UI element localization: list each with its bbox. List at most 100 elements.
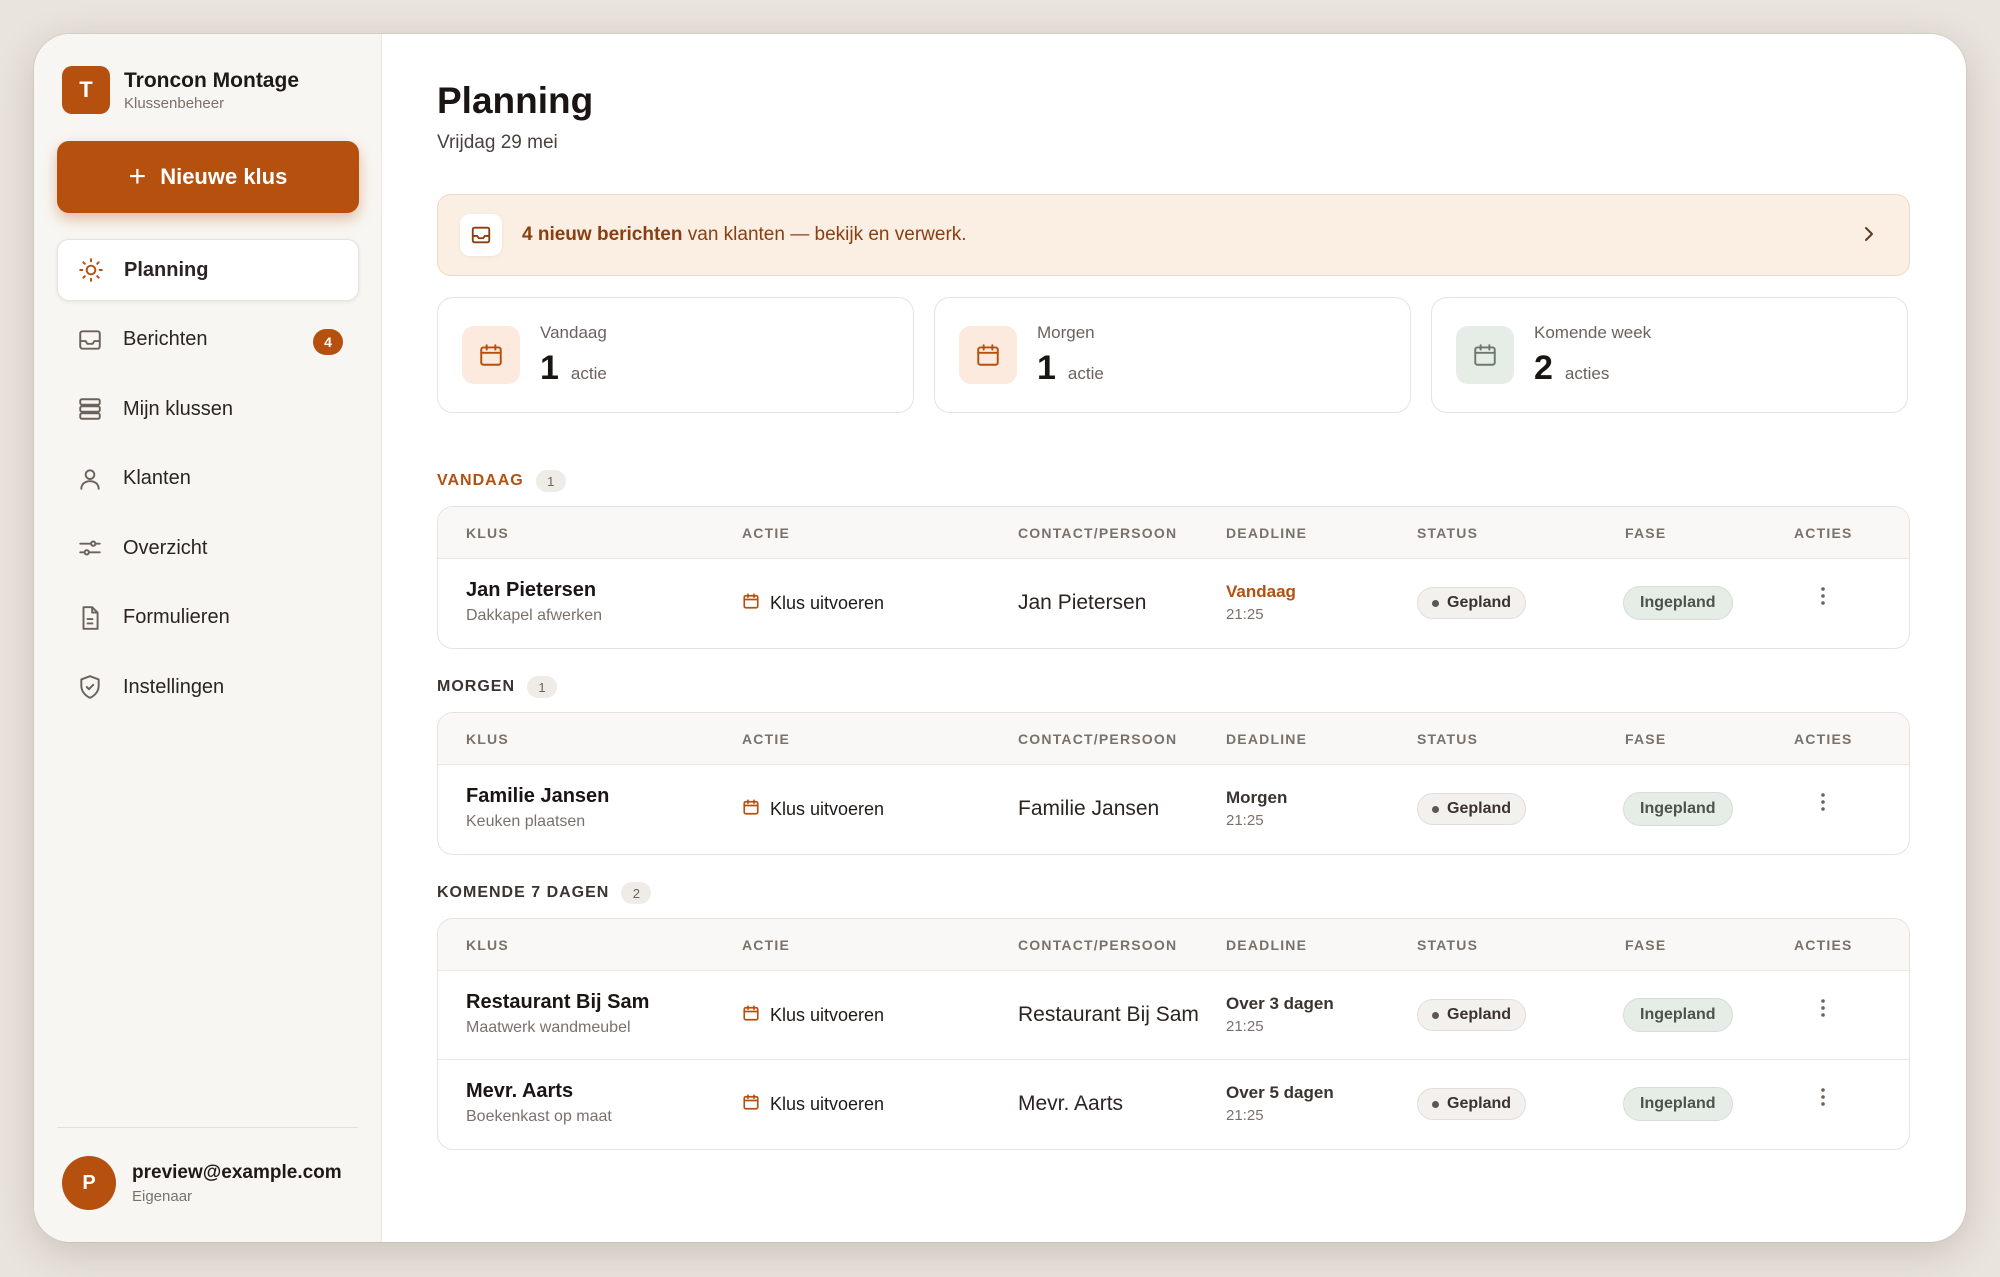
user-role: Eigenaar <box>132 1187 193 1205</box>
phase-badge: Ingepland <box>1623 792 1733 826</box>
column-header: ACTIE <box>742 731 790 747</box>
job-name[interactable]: Mevr. Aarts <box>466 1080 612 1103</box>
brand-name: Troncon Montage <box>124 68 299 92</box>
stat-card[interactable]: Komende week 2 acties <box>1431 297 1908 413</box>
banner-message: van klanten — bekijk en verwerk. <box>682 224 967 245</box>
job-description: Boekenkast op maat <box>466 1108 612 1125</box>
section-header: MORGEN 1 <box>437 676 557 698</box>
status-dot-icon <box>1432 1011 1439 1019</box>
banner-count: 4 nieuw berichten <box>522 224 683 245</box>
calendar-icon <box>742 798 760 821</box>
status-dot-icon <box>1432 805 1439 813</box>
table-row[interactable]: Restaurant Bij Sam Maatwerk wandmeubel K… <box>438 971 1909 1060</box>
table-header: KLUS ACTIE CONTACT/PERSOON DEADLINE STATUS FA… <box>438 919 1909 971</box>
jobs-table: KLUS ACTIE CONTACT/PERSOON DEADLINE STATUS FA… <box>437 918 1910 1150</box>
contact-name: Jan Pietersen <box>1018 591 1147 614</box>
job-action: Klus uitvoeren <box>742 1093 884 1116</box>
sidebar-item-formulieren[interactable]: Formulieren <box>57 587 359 649</box>
sidebar: T Troncon Montage Klussenbeheer + Nieuwe… <box>34 34 382 1242</box>
section-title: VANDAAG <box>437 472 524 489</box>
stat-label: Morgen <box>1037 322 1095 342</box>
sidebar-item-berichten[interactable]: Berichten 4 <box>57 309 359 371</box>
sidebar-item-instellingen[interactable]: Instellingen <box>57 656 359 718</box>
shield-icon <box>77 674 103 700</box>
more-options-icon[interactable] <box>1820 997 1826 1025</box>
sidebar-divider <box>57 1127 358 1128</box>
column-header: ACTIE <box>742 525 790 541</box>
table-row[interactable]: Familie Jansen Keuken plaatsen Klus uitv… <box>438 765 1909 854</box>
status-label: Gepland <box>1447 594 1512 611</box>
column-header: STATUS <box>1417 731 1479 747</box>
status-badge: Gepland <box>1417 793 1527 825</box>
jobs-table: KLUS ACTIE CONTACT/PERSOON DEADLINE STATUS FA… <box>437 712 1910 855</box>
inbox-icon <box>460 214 502 256</box>
sidebar-item-label: Overzicht <box>123 536 208 559</box>
sun-icon <box>78 257 104 283</box>
column-header: STATUS <box>1417 937 1479 953</box>
sidebar-item-klanten[interactable]: Klanten <box>57 448 359 510</box>
stat-card[interactable]: Vandaag 1 actie <box>437 297 914 413</box>
sidebar-item-planning[interactable]: Planning <box>57 239 359 301</box>
action-label: Klus uitvoeren <box>770 1094 885 1114</box>
chevron-right-icon[interactable] <box>1857 222 1881 251</box>
column-header: DEADLINE <box>1226 731 1308 747</box>
stat-unit: actie <box>1067 363 1104 383</box>
column-header: KLUS <box>466 937 509 953</box>
main-content: Planning Vrijdag 29 mei 4 nieuw berichte… <box>382 34 1966 1242</box>
more-options-icon[interactable] <box>1820 585 1826 613</box>
calendar-icon <box>742 592 760 615</box>
plus-icon: + <box>128 160 147 193</box>
deadline-time: 21:25 <box>1226 1107 1264 1124</box>
sidebar-item-overzicht[interactable]: Overzicht <box>57 517 359 579</box>
sidebar-item-label: Planning <box>124 258 209 281</box>
column-header: DEADLINE <box>1226 937 1308 953</box>
sidebar-item-mijn-klussen[interactable]: Mijn klussen <box>57 378 359 440</box>
user-email: preview@example.com <box>132 1161 342 1183</box>
column-header: KLUS <box>466 525 509 541</box>
phase-badge: Ingepland <box>1623 586 1733 620</box>
brand-logo: T <box>62 66 110 114</box>
section-title: KOMENDE 7 DAGEN <box>437 884 610 901</box>
deadline-time: 21:25 <box>1226 812 1264 829</box>
more-options-icon[interactable] <box>1820 1086 1826 1114</box>
user-profile[interactable]: P preview@example.com Eigenaar <box>62 1156 342 1210</box>
column-header: CONTACT/PERSOON <box>1018 937 1178 953</box>
new-job-button[interactable]: + Nieuwe klus <box>57 141 359 213</box>
contact-name: Mevr. Aarts <box>1018 1092 1124 1115</box>
section-count: 2 <box>621 882 652 904</box>
calendar-icon <box>742 1004 760 1027</box>
job-name[interactable]: Familie Jansen <box>466 785 609 808</box>
stat-value: 1 <box>1037 348 1056 387</box>
column-header: KLUS <box>466 731 509 747</box>
stat-value: 1 <box>540 348 559 387</box>
table-row[interactable]: Jan Pietersen Dakkapel afwerken Klus uit… <box>438 559 1909 648</box>
deadline-label: Over 3 dagen <box>1226 994 1334 1013</box>
action-label: Klus uitvoeren <box>770 1005 885 1025</box>
deadline-time: 21:25 <box>1226 1018 1264 1035</box>
stats-row: Vandaag 1 actie Morgen 1 actie Komende w… <box>437 297 1908 413</box>
job-name[interactable]: Jan Pietersen <box>466 579 602 602</box>
table-header: KLUS ACTIE CONTACT/PERSOON DEADLINE STATUS FA… <box>438 713 1909 765</box>
stack-icon <box>77 396 103 422</box>
column-header: CONTACT/PERSOON <box>1018 525 1178 541</box>
section-count: 1 <box>527 676 557 698</box>
contact-name: Familie Jansen <box>1018 797 1160 820</box>
sidebar-item-label: Mijn klussen <box>123 397 234 420</box>
calendar-icon <box>959 326 1017 384</box>
column-header: FASE <box>1625 731 1667 747</box>
messages-banner[interactable]: 4 nieuw berichten van klanten — bekijk e… <box>437 194 1910 276</box>
sidebar-item-label: Klanten <box>123 467 191 489</box>
more-options-icon[interactable] <box>1820 791 1826 819</box>
job-description: Maatwerk wandmeubel <box>466 1019 631 1036</box>
job-description: Keuken plaatsen <box>466 813 586 830</box>
brand-subtitle: Klussenbeheer <box>124 94 225 112</box>
table-row[interactable]: Mevr. Aarts Boekenkast op maat Klus uitv… <box>438 1060 1909 1149</box>
stat-card[interactable]: Morgen 1 actie <box>934 297 1411 413</box>
unread-badge: 4 <box>313 328 343 355</box>
page-title: Planning <box>437 80 594 121</box>
column-header: ACTIES <box>1794 937 1853 953</box>
deadline-time: 21:25 <box>1226 606 1264 623</box>
column-header: FASE <box>1625 937 1667 953</box>
section-header: VANDAAG 1 <box>437 470 566 492</box>
job-name[interactable]: Restaurant Bij Sam <box>466 991 649 1014</box>
